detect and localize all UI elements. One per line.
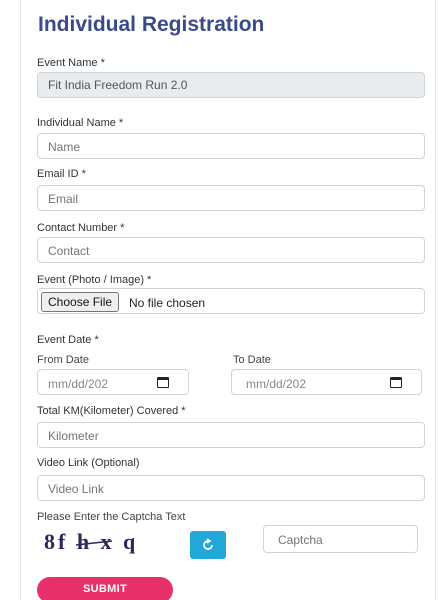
km-input[interactable] [48,429,414,443]
event-name-value: Fit India Freedom Run 2.0 [48,78,188,92]
captcha-input[interactable] [278,533,403,547]
event-name-label: Event Name * [37,57,105,69]
event-name-field: Fit India Freedom Run 2.0 [37,72,425,98]
individual-name-field[interactable] [37,133,425,159]
contact-label: Contact Number * [37,222,125,234]
email-input[interactable] [48,192,414,206]
km-label: Total KM(Kilometer) Covered * [37,405,186,417]
choose-file-button[interactable]: Choose File [41,292,120,312]
calendar-icon[interactable] [157,377,169,388]
from-date-label: From Date [37,354,89,366]
captcha-image-text: 8f h x q [44,529,138,554]
captcha-image: 8f h x q [44,529,138,554]
contact-field[interactable] [37,237,425,263]
form-title: Individual Registration [38,13,265,36]
km-field[interactable] [37,422,425,448]
email-field[interactable] [37,185,425,211]
calendar-icon[interactable] [390,377,402,388]
file-status: No file chosen [129,296,206,310]
individual-name-input[interactable] [48,140,414,154]
photo-label: Event (Photo / Image) * [37,274,152,286]
captcha-label: Please Enter the Captcha Text [37,511,186,523]
to-date-field[interactable]: mm/dd/202 [231,369,422,395]
refresh-icon [203,538,213,550]
email-label: Email ID * [37,168,86,180]
to-date-value: mm/dd/202 [246,377,307,391]
from-date-value: mm/dd/202 [48,377,109,391]
refresh-captcha-button[interactable] [190,531,226,559]
submit-button[interactable]: SUBMIT [37,577,173,600]
contact-input[interactable] [48,244,414,258]
individual-name-label: Individual Name * [37,117,124,129]
video-field[interactable] [37,475,425,501]
captcha-field[interactable] [263,525,418,553]
event-date-label: Event Date * [37,334,99,346]
from-date-field[interactable]: mm/dd/202 [37,369,189,395]
video-label: Video Link (Optional) [37,457,140,469]
to-date-label: To Date [233,354,271,366]
video-input[interactable] [48,482,414,496]
